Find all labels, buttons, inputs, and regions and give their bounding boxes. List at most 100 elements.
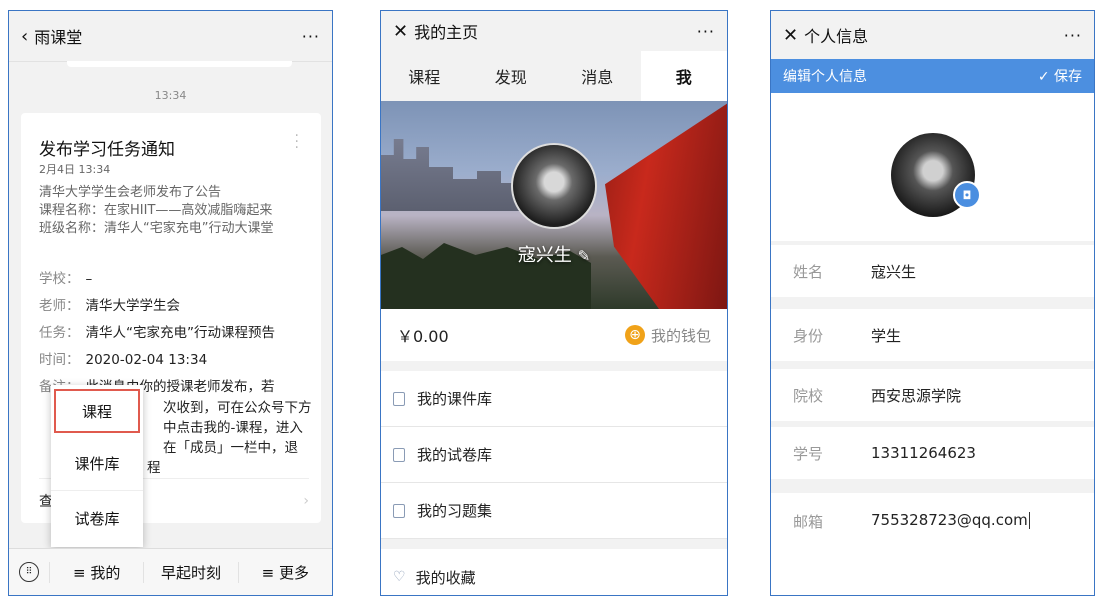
email-input[interactable]: 755328723@qq.com	[871, 511, 1030, 529]
card-line: 课程名称：在家HIIT——高效减脂嗨起来	[39, 203, 273, 218]
field-label: 院校	[793, 386, 824, 405]
wallet-link[interactable]: ⊕ 我的钱包	[624, 325, 711, 346]
field-key: 老师：	[39, 298, 80, 314]
edit-icon: ✎	[577, 247, 591, 265]
heart-icon: ♡	[393, 569, 406, 585]
profile-banner: 寇兴生 ✎	[381, 101, 727, 309]
popup-item-course[interactable]: 课程	[54, 389, 140, 433]
close-icon[interactable]: ✕	[393, 21, 408, 42]
phone-screen-homepage: ✕ 我的主页 ··· 课程 发现 消息 我 寇兴生 ✎ ￥0.00 ⊕ 我的钱包…	[380, 10, 728, 596]
field-time: 时间： 2020-02-04 13:34	[39, 348, 207, 368]
field-value: 西安思源学院	[871, 386, 962, 405]
menu-item-exercise-set[interactable]: 我的习题集	[381, 483, 727, 539]
field-value: 寇兴生	[871, 262, 917, 281]
tab-bar: 课程 发现 消息 我	[381, 51, 727, 102]
document-icon	[393, 447, 405, 462]
menu-list-favorites: ♡ 我的收藏	[381, 549, 727, 595]
popup-menu: 课程 课件库 试卷库	[51, 385, 143, 547]
menu-item-exam-library[interactable]: 我的试卷库	[381, 427, 727, 483]
field-label: 邮箱	[793, 513, 824, 531]
save-button[interactable]: ✓ 保存	[1038, 66, 1082, 86]
edit-bar: 编辑个人信息 ✓ 保存	[771, 59, 1094, 93]
menu-item-label: 我的课件库	[417, 390, 493, 408]
back-icon[interactable]: ‹	[21, 26, 28, 47]
username: 寇兴生	[517, 245, 572, 266]
card-line: 班级名称：清华人“宅家充电”行动大课堂	[39, 221, 274, 236]
top-bar: ‹ 雨课堂 ···	[9, 11, 332, 62]
edit-title: 编辑个人信息	[783, 69, 867, 85]
camera-icon[interactable]: ◘	[953, 181, 981, 209]
tab-messages[interactable]: 消息	[554, 51, 641, 101]
note-line: 中点击我的-课程，进入	[163, 420, 303, 436]
menu-more[interactable]: ≡ 更多	[237, 561, 332, 583]
field-value: 学生	[871, 326, 902, 345]
field-student-id[interactable]: 学号 13311264623	[771, 427, 1094, 479]
text-cursor	[1028, 512, 1030, 529]
phone-screen-personal-info: ✕ 个人信息 ··· 编辑个人信息 ✓ 保存 ◘ 姓名 寇兴生 身份 学生 院校…	[770, 10, 1095, 596]
previous-message-edge	[67, 61, 292, 67]
field-label: 身份	[793, 326, 824, 345]
tab-me[interactable]: 我	[640, 51, 727, 101]
note-line: 程	[147, 460, 161, 476]
keyboard-toggle[interactable]: ⠿	[9, 562, 49, 582]
more-icon[interactable]: ···	[302, 27, 320, 46]
field-task: 任务： 清华人“宅家充电”行动课程预告	[39, 321, 275, 341]
note-line: 次收到，可在公众号下方	[163, 400, 312, 416]
avatar-section: ◘	[771, 93, 1094, 241]
card-line: 清华大学学生会老师发布了公告	[39, 185, 222, 200]
page-title: 我的主页	[414, 23, 479, 42]
menu-item-courseware[interactable]: 我的课件库	[381, 371, 727, 427]
field-teacher: 老师： 清华大学学生会	[39, 294, 180, 314]
menu-mine[interactable]: ≡ 我的	[49, 561, 143, 583]
field-label: 姓名	[793, 262, 824, 281]
field-key: 任务：	[39, 325, 80, 341]
menu-item-label: 我的试卷库	[417, 446, 493, 464]
field-key: 时间：	[39, 352, 80, 368]
card-date: 2月4日 13:34	[39, 163, 111, 176]
page-title: 雨课堂	[34, 28, 83, 47]
menu-item-label: 我的收藏	[415, 568, 476, 587]
message-timestamp: 13:34	[154, 89, 187, 102]
card-title: 发布学习任务通知	[39, 140, 175, 160]
more-icon[interactable]: ···	[1064, 26, 1082, 45]
field-school[interactable]: 院校 西安思源学院	[771, 369, 1094, 421]
keyboard-icon: ⠿	[19, 562, 39, 582]
card-more-icon[interactable]: · · ·	[295, 129, 299, 155]
email-value: 755328723@qq.com	[871, 511, 1028, 529]
phone-screen-yuketang: ‹ 雨课堂 ··· 13:34 发布学习任务通知 · · · 2月4日 13:34 …	[8, 10, 333, 596]
field-value: 清华人“宅家充电”行动课程预告	[85, 325, 276, 341]
note-line: 在「成员」一栏中，退	[163, 440, 298, 456]
field-name[interactable]: 姓名 寇兴生	[771, 245, 1094, 297]
image-file-icon	[393, 391, 405, 406]
field-identity[interactable]: 身份 学生	[771, 309, 1094, 361]
menu-early-time[interactable]: 早起时刻	[143, 561, 237, 583]
field-label: 学号	[793, 444, 824, 463]
bottom-menu-bar: ⠿ ≡ 我的 早起时刻 ≡ 更多	[9, 548, 332, 595]
tab-discover[interactable]: 发现	[468, 51, 555, 101]
popup-item-exam-library[interactable]: 试卷库	[51, 491, 143, 545]
chevron-right-icon: ›	[303, 493, 309, 509]
popup-item-courseware[interactable]: 课件库	[51, 437, 143, 491]
tab-course[interactable]: 课程	[381, 51, 468, 101]
more-icon[interactable]: ···	[697, 22, 715, 41]
field-value: –	[85, 271, 93, 287]
top-bar: ✕ 个人信息 ···	[771, 11, 1094, 59]
field-school: 学校： –	[39, 267, 92, 287]
username-row[interactable]: 寇兴生 ✎	[381, 241, 727, 267]
balance: ￥0.00	[397, 327, 449, 346]
menu-item-favorites[interactable]: ♡ 我的收藏	[381, 549, 727, 595]
wallet-row: ￥0.00 ⊕ 我的钱包	[381, 309, 727, 361]
field-email[interactable]: 邮箱 755328723@qq.com	[771, 493, 1094, 595]
top-bar: ✕ 我的主页 ···	[381, 11, 727, 51]
field-value: 清华大学学生会	[85, 298, 181, 314]
menu-list: 我的课件库 我的试卷库 我的习题集	[381, 371, 727, 539]
field-value: 13311264623	[871, 444, 976, 462]
close-icon[interactable]: ✕	[783, 25, 798, 46]
menu-item-label: 我的习题集	[417, 502, 493, 520]
field-key: 学校：	[39, 271, 80, 287]
page-title: 个人信息	[804, 27, 869, 46]
field-value: 2020-02-04 13:34	[85, 352, 208, 368]
avatar[interactable]	[511, 143, 597, 229]
list-icon	[393, 503, 405, 518]
wallet-label: 我的钱包	[650, 326, 711, 345]
